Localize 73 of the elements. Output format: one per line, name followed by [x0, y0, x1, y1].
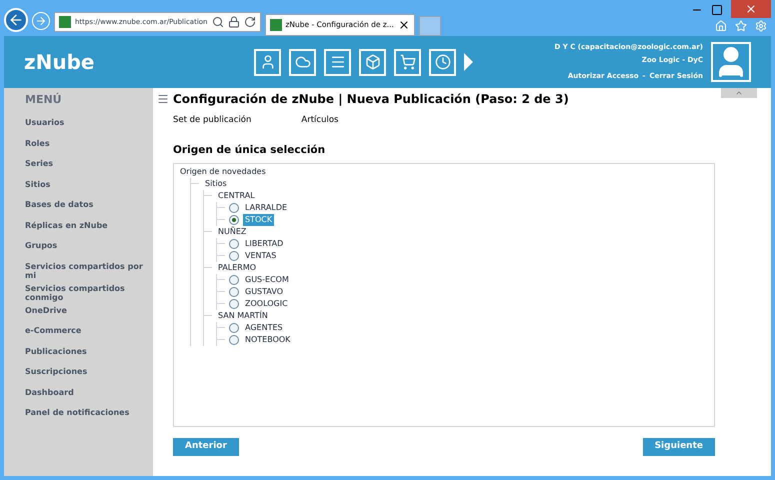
- radio-button[interactable]: [229, 274, 239, 284]
- lock-icon: [228, 16, 240, 28]
- tree-item[interactable]: GUS-ECOM: [243, 274, 291, 286]
- menu-item[interactable]: Series: [25, 155, 153, 176]
- next-button[interactable]: Siguiente: [642, 438, 715, 456]
- step-label: Artículos: [301, 114, 338, 127]
- radio-button[interactable]: [229, 238, 239, 248]
- site-icon: [270, 19, 282, 31]
- menu-title: MENÚ: [25, 92, 63, 108]
- tree-item: PALERMO: [217, 262, 258, 274]
- section-title: Origen de única selección: [173, 142, 326, 158]
- menu-item[interactable]: Roles: [25, 134, 153, 155]
- refresh-icon: [244, 16, 256, 28]
- back-icon: [8, 12, 24, 28]
- tree-item[interactable]: VENTAS: [243, 250, 278, 262]
- page-title: Configuración de zNube | Nueva Publicación (Paso: 2 de 3): [173, 91, 569, 108]
- tree-item[interactable]: LARRALDE: [243, 202, 290, 214]
- menu-item[interactable]: Panel de notificaciones: [25, 404, 153, 424]
- menu-item[interactable]: Grupos: [25, 237, 153, 258]
- star-icon: [735, 20, 747, 32]
- tree-item[interactable]: ZOOLOGIC: [243, 298, 290, 310]
- menu-item[interactable]: Servicios compartidos conmigo: [25, 280, 153, 302]
- forward-icon: [35, 15, 47, 27]
- search-icon: [212, 16, 224, 28]
- tree-item[interactable]: NOTEBOOK: [243, 334, 292, 346]
- radio-button[interactable]: [229, 286, 239, 296]
- logo: zNube: [24, 49, 96, 76]
- home-icon: [715, 20, 727, 32]
- radio-button[interactable]: [229, 250, 239, 260]
- menu-item[interactable]: Bases de datos: [25, 196, 153, 216]
- step-label: Set de publicación: [173, 114, 252, 127]
- previous-button[interactable]: Anterior: [173, 438, 239, 456]
- radio-button[interactable]: [229, 298, 239, 308]
- tree-item[interactable]: STOCK: [243, 214, 274, 226]
- toolbar-icon[interactable]: [359, 48, 386, 76]
- menu-item[interactable]: OneDrive: [25, 302, 153, 322]
- menu-item[interactable]: Réplicas en zNube: [25, 216, 153, 237]
- toolbar-icon[interactable]: [254, 48, 281, 76]
- toolbar-icon[interactable]: [324, 48, 351, 76]
- tree-item: NUÑEZ: [217, 226, 248, 238]
- close-icon: [745, 3, 757, 15]
- tree-item[interactable]: LIBERTAD: [243, 238, 286, 250]
- next-arrow-icon[interactable]: [464, 53, 473, 71]
- toolbar-icon[interactable]: [289, 48, 316, 76]
- forward-button[interactable]: [32, 12, 50, 30]
- maximize-icon: [711, 4, 723, 16]
- tree-item: Origen de novedades: [179, 166, 267, 178]
- menu-icon: [157, 93, 169, 105]
- tree-item: SAN MARTÍN: [217, 310, 269, 322]
- menu-item[interactable]: e-Commerce: [25, 322, 153, 342]
- menu-item[interactable]: Dashboard: [25, 384, 153, 404]
- close-button[interactable]: [731, 0, 771, 18]
- toolbar-icon[interactable]: [429, 48, 456, 76]
- tree-item: CENTRAL: [217, 190, 256, 202]
- menu-item[interactable]: Suscripciones: [25, 363, 153, 384]
- radio-button[interactable]: [229, 334, 239, 344]
- back-button[interactable]: [4, 8, 28, 32]
- tree-item: Sitios: [204, 178, 228, 190]
- toolbar-icon[interactable]: [394, 48, 421, 76]
- tree-item[interactable]: AGENTES: [243, 322, 285, 334]
- menu-item[interactable]: Sitios: [25, 176, 153, 196]
- menu-item[interactable]: Servicios compartidos por mi: [25, 258, 153, 280]
- radio-button[interactable]: [229, 202, 239, 212]
- site-icon: [59, 16, 71, 28]
- menu-item[interactable]: Usuarios: [25, 114, 153, 134]
- menu-item[interactable]: Publicaciones: [25, 342, 153, 363]
- avatar[interactable]: [711, 42, 751, 82]
- radio-button[interactable]: [229, 214, 239, 224]
- settings-icon: [755, 20, 767, 32]
- radio-button[interactable]: [229, 322, 239, 332]
- close-icon: [398, 19, 410, 31]
- tree-item[interactable]: GUSTAVO: [243, 286, 285, 298]
- chevron-up-icon: [735, 89, 743, 97]
